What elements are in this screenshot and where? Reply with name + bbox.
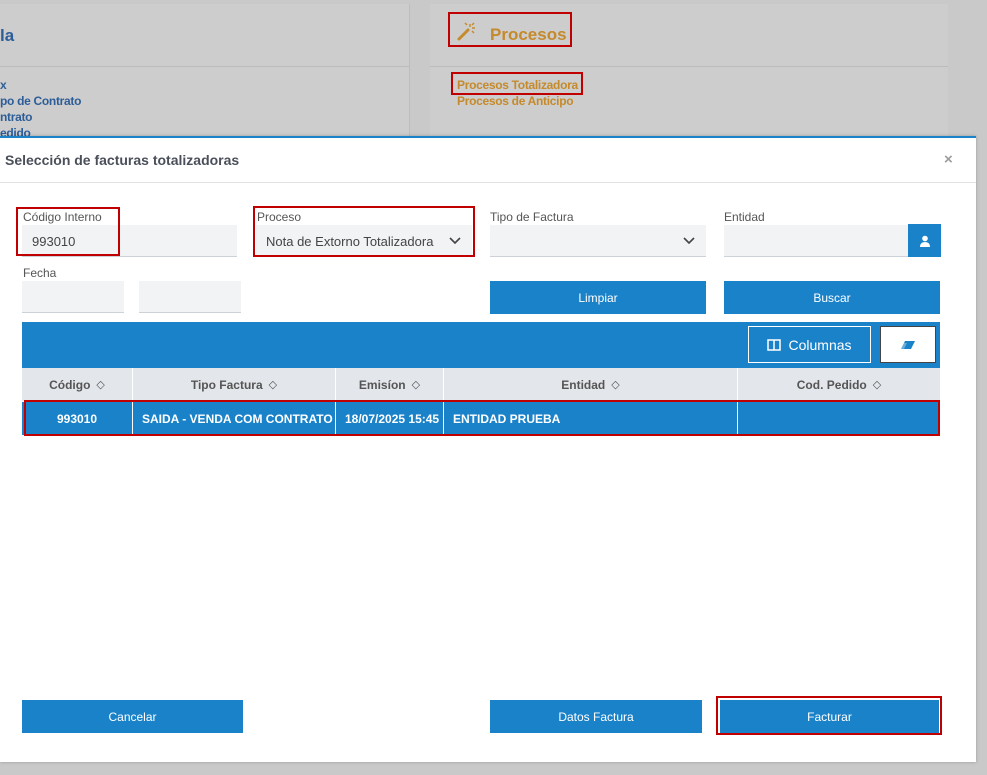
table-row[interactable]: 993010 SAIDA - VENDA COM CONTRATO 18/07/…: [22, 402, 940, 435]
sort-icon[interactable]: ◇: [96, 378, 104, 391]
cell-cod-pedido: [738, 402, 940, 435]
column-header-tipo-factura[interactable]: Tipo Factura ◇: [133, 368, 336, 401]
columnas-label: Columnas: [788, 336, 852, 353]
bg-divider: [0, 66, 410, 67]
limpiar-button[interactable]: Limpiar: [490, 281, 706, 314]
cell-emision: 18/07/2025 15:45: [336, 402, 444, 435]
bg-left-panel: [0, 4, 410, 136]
column-header-entidad[interactable]: Entidad ◇: [444, 368, 738, 401]
procesos-title: Procesos: [490, 25, 567, 44]
cell-entidad: ENTIDAD PRUEBA: [444, 402, 738, 435]
bg-divider: [430, 66, 948, 67]
codigo-interno-label: Código Interno: [23, 210, 102, 224]
table-header: Código ◇ Tipo Factura ◇ Emisíon ◇ Entidad ◇ …: [22, 368, 940, 401]
fecha-desde-input[interactable]: [22, 281, 124, 313]
modal-title: Selección de facturas totalizadoras: [5, 152, 240, 168]
magic-wand-icon: [457, 22, 475, 41]
columns-icon: [767, 338, 782, 351]
fecha-hasta-input[interactable]: [139, 281, 241, 313]
seleccion-facturas-modal: Selección de facturas totalizadoras × Có…: [0, 136, 976, 762]
tipo-factura-select[interactable]: [490, 225, 672, 257]
facturar-button[interactable]: Facturar: [720, 700, 939, 733]
fecha-label: Fecha: [23, 266, 57, 280]
column-header-codigo[interactable]: Código ◇: [22, 368, 133, 401]
chevron-down-icon[interactable]: [672, 225, 706, 257]
modal-header: Selección de facturas totalizadoras ×: [0, 138, 976, 183]
table-toolbar: Columnas: [22, 322, 940, 368]
bg-left-link[interactable]: edido: [0, 126, 31, 136]
procesos-totalizadora-link[interactable]: Procesos Totalizadora: [457, 78, 578, 92]
entidad-label: Entidad: [724, 210, 765, 224]
tipo-factura-label: Tipo de Factura: [490, 210, 574, 224]
proceso-label: Proceso: [257, 210, 302, 224]
bg-left-title: la: [0, 26, 15, 45]
bg-left-link[interactable]: po de Contrato: [0, 94, 81, 108]
entidad-input[interactable]: [724, 225, 908, 257]
close-icon[interactable]: ×: [944, 151, 953, 168]
cancelar-button[interactable]: Cancelar: [22, 700, 243, 733]
bg-left-link[interactable]: ntrato: [0, 110, 33, 124]
procesos-anticipo-link[interactable]: Procesos de Anticipo: [457, 94, 574, 108]
clear-filters-button[interactable]: [880, 326, 936, 363]
cell-codigo: 993010: [22, 402, 133, 435]
column-header-cod-pedido[interactable]: Cod. Pedido ◇: [738, 368, 940, 401]
column-header-emision[interactable]: Emisíon ◇: [336, 368, 444, 401]
chevron-down-icon[interactable]: [438, 225, 472, 257]
eraser-icon: [901, 340, 915, 349]
datos-factura-button[interactable]: Datos Factura: [490, 700, 702, 733]
proceso-select[interactable]: Nota de Extorno Totalizadora: [256, 225, 438, 257]
sort-icon[interactable]: ◇: [269, 378, 277, 391]
bg-left-link[interactable]: x: [0, 78, 7, 92]
codigo-interno-input[interactable]: 993010: [22, 225, 237, 257]
sort-icon[interactable]: ◇: [412, 378, 420, 391]
sort-icon[interactable]: ◇: [873, 378, 881, 391]
buscar-button[interactable]: Buscar: [724, 281, 940, 314]
columnas-button[interactable]: Columnas: [748, 326, 871, 363]
cell-tipo-factura: SAIDA - VENDA COM CONTRATO: [133, 402, 336, 435]
user-icon[interactable]: [908, 224, 941, 257]
sort-icon[interactable]: ◇: [611, 378, 619, 391]
